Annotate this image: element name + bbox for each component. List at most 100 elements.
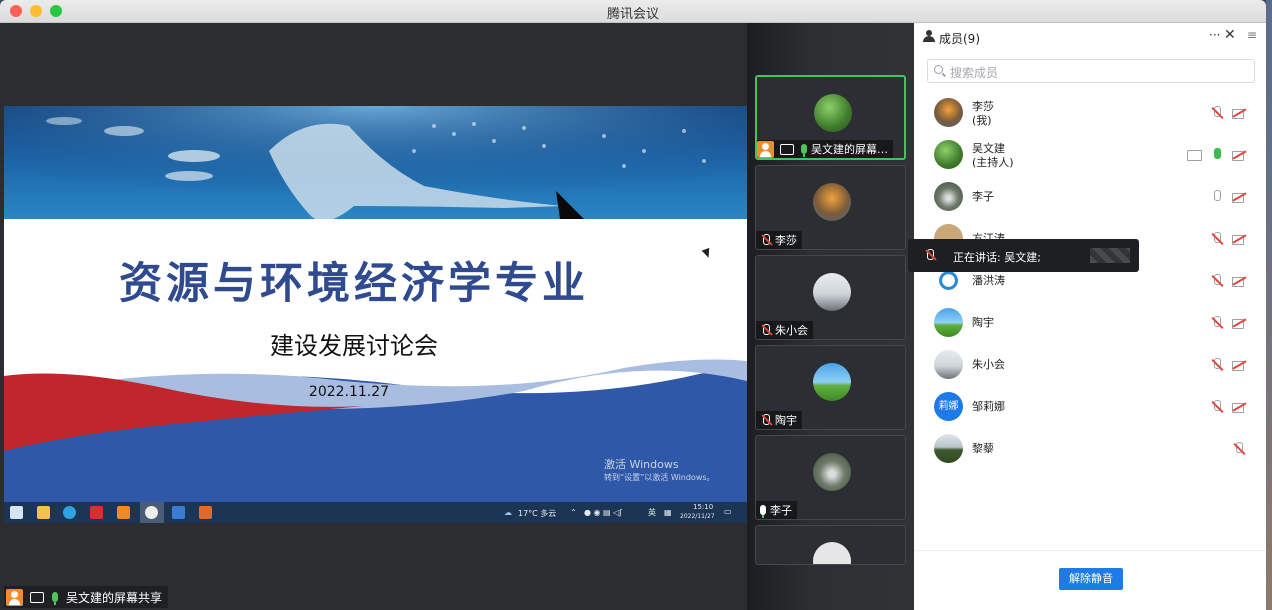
meeting-window: 腾讯会议 资源与环境经济学专业 建设发展讨论会 2022.11.27 激活 Wi… xyxy=(0,0,1266,610)
windows-start-icon[interactable] xyxy=(10,506,23,519)
screen-share-icon xyxy=(780,143,794,155)
mic-on-icon xyxy=(52,592,58,605)
close-icon[interactable]: ✕ xyxy=(1224,27,1236,43)
member-row[interactable]: 莉娜 邹莉娜 xyxy=(914,386,1266,428)
panel-menu-icon[interactable]: ≡ xyxy=(1247,28,1257,42)
video-tile[interactable] xyxy=(755,525,906,565)
mic-muted-icon xyxy=(760,414,772,426)
more-options-icon[interactable]: ··· xyxy=(1209,28,1220,42)
member-row[interactable]: 李子 xyxy=(914,176,1266,218)
edge-browser-icon[interactable] xyxy=(63,506,76,519)
mic-idle-icon xyxy=(760,505,766,518)
member-name: 黎藜 xyxy=(972,442,994,455)
member-name: 陶宇 xyxy=(972,316,994,329)
member-avatar xyxy=(934,308,963,337)
participant-avatar xyxy=(813,273,851,311)
activate-windows-line1: 激活 Windows xyxy=(604,458,679,471)
video-tile-nameplate: 吴文建的屏幕… xyxy=(757,140,893,158)
camera-off-icon[interactable] xyxy=(1232,358,1246,372)
tray-icons[interactable]: ● ◉ ▤ ◁ʃ xyxy=(584,508,622,517)
member-avatar xyxy=(934,182,963,211)
ime-indicator[interactable]: 英 xyxy=(648,507,656,518)
mic-muted-icon[interactable] xyxy=(1210,400,1224,414)
mic-muted-icon[interactable] xyxy=(1210,274,1224,288)
app-icon-2[interactable] xyxy=(172,506,185,519)
participant-avatar xyxy=(813,453,851,491)
member-name: 邹莉娜 xyxy=(972,400,1005,413)
video-tile-name: 李子 xyxy=(770,504,792,517)
taskbar-time[interactable]: 15:10 xyxy=(693,503,713,511)
wps-icon[interactable] xyxy=(90,506,103,519)
unmute-button[interactable]: 解除静音 xyxy=(1059,568,1123,590)
search-members-input[interactable]: 搜索成员 xyxy=(927,59,1255,83)
member-avatar xyxy=(934,98,963,127)
member-row[interactable]: 吴文建 (主持人) xyxy=(914,134,1266,176)
file-explorer-icon[interactable] xyxy=(37,506,50,519)
member-name: 李莎 xyxy=(972,100,994,113)
video-tile-name: 吴文建的屏幕… xyxy=(811,143,888,156)
camera-off-icon[interactable] xyxy=(1232,274,1246,288)
member-avatar xyxy=(934,350,963,379)
mic-idle-icon[interactable] xyxy=(1210,190,1224,204)
speaking-indicator: 正在讲话: 吴文建; xyxy=(908,239,1139,272)
member-name: 吴文建 xyxy=(972,142,1005,155)
video-tile-nameplate: 李子 xyxy=(756,501,797,519)
mic-muted-icon xyxy=(760,234,772,246)
video-tile[interactable]: 陶宇 xyxy=(755,345,906,430)
mic-muted-icon[interactable] xyxy=(1210,106,1224,120)
mic-muted-icon[interactable] xyxy=(1210,232,1224,246)
video-tile-nameplate: 朱小会 xyxy=(756,321,813,339)
camera-off-icon[interactable] xyxy=(1232,148,1246,162)
member-avatar xyxy=(934,434,963,463)
member-row[interactable]: 李莎 (我) xyxy=(914,92,1266,134)
video-tile-strip: 吴文建的屏幕… 李莎 朱小会 陶宇 李子 xyxy=(747,23,914,610)
keyboard-icon[interactable]: ▦ xyxy=(664,508,672,517)
desktop-background-edge xyxy=(1266,0,1272,610)
member-name: 朱小会 xyxy=(972,358,1005,371)
tray-chevron-icon[interactable]: ⌃ xyxy=(570,508,577,517)
speaking-text: 正在讲话: 吴文建; xyxy=(953,251,1041,264)
camera-off-icon[interactable] xyxy=(1232,190,1246,204)
slide-title: 资源与环境经济学专业 xyxy=(119,259,589,309)
mic-muted-icon xyxy=(760,324,772,336)
notification-icon[interactable]: ▭ xyxy=(724,507,732,516)
camera-off-icon[interactable] xyxy=(1232,232,1246,246)
video-tile[interactable]: 李莎 xyxy=(755,165,906,250)
slide-date: 2022.11.27 xyxy=(308,384,390,400)
member-row[interactable]: 朱小会 xyxy=(914,344,1266,386)
member-row[interactable]: 黎藜 xyxy=(914,428,1266,470)
weather-icon: ☁ xyxy=(504,508,512,517)
app-icon[interactable] xyxy=(117,506,130,519)
member-row[interactable]: 陶宇 xyxy=(914,302,1266,344)
mic-muted-icon[interactable] xyxy=(1232,442,1246,456)
members-panel-title: 成员(9) xyxy=(939,32,980,46)
mic-muted-icon[interactable] xyxy=(1210,358,1224,372)
speaking-wave-icon xyxy=(1090,248,1130,263)
video-tile-name: 陶宇 xyxy=(775,414,797,427)
search-placeholder: 搜索成员 xyxy=(950,66,999,80)
camera-off-icon[interactable] xyxy=(1232,106,1246,120)
participant-avatar xyxy=(813,183,851,221)
weather-text: 17°C 多云 xyxy=(518,509,557,518)
camera-off-icon[interactable] xyxy=(1232,316,1246,330)
member-role: (我) xyxy=(972,114,992,127)
members-panel: 成员(9) ··· ✕ ≡ 搜索成员 李莎 (我) 吴文建 (主持人) 李子 潘… xyxy=(914,23,1266,610)
video-tile[interactable]: 吴文建的屏幕… xyxy=(755,75,906,160)
slide-subtitle: 建设发展讨论会 xyxy=(270,332,438,360)
camera-off-icon[interactable] xyxy=(1232,400,1246,414)
member-name: 李子 xyxy=(972,190,994,203)
mic-muted-icon[interactable] xyxy=(1210,316,1224,330)
windows-taskbar: ☁ 17°C 多云 ⌃ ● ◉ ▤ ◁ʃ 英 ▦ 15:10 2022/11/2… xyxy=(4,502,747,523)
video-tile[interactable]: 李子 xyxy=(755,435,906,520)
tencent-meeting-taskbar-icon[interactable] xyxy=(145,506,158,519)
window-title: 腾讯会议 xyxy=(606,7,659,22)
participant-avatar xyxy=(814,94,852,132)
participant-avatar xyxy=(813,363,851,401)
video-app-icon[interactable] xyxy=(199,506,212,519)
mic-on-icon[interactable] xyxy=(1210,148,1224,162)
video-tile[interactable]: 朱小会 xyxy=(755,255,906,340)
member-avatar xyxy=(934,140,963,169)
shared-slide: 资源与环境经济学专业 建设发展讨论会 2022.11.27 激活 Windows… xyxy=(4,106,747,502)
video-tile-nameplate: 陶宇 xyxy=(756,411,802,429)
taskbar-date[interactable]: 2022/11/27 xyxy=(680,513,715,520)
